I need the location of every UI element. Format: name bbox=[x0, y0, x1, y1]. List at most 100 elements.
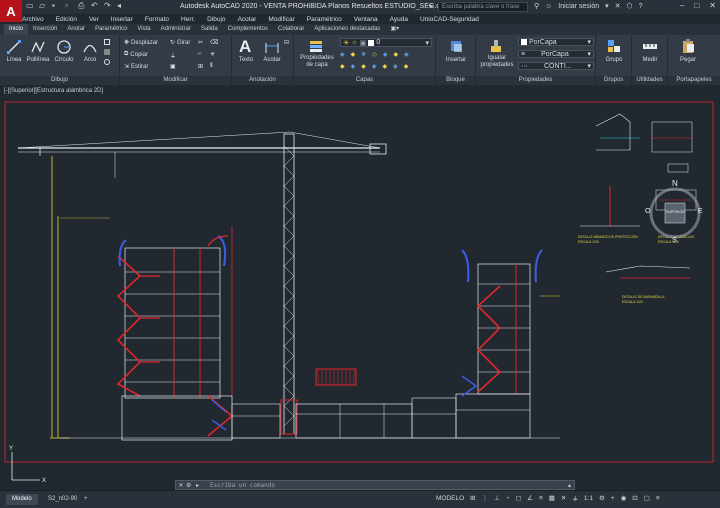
color-dropdown[interactable]: PorCapa ▾ bbox=[518, 38, 594, 46]
ortho-icon[interactable]: ⊥ bbox=[494, 494, 500, 502]
erase-button[interactable]: ⌫ bbox=[210, 39, 218, 46]
tab-administrar[interactable]: Administrar bbox=[156, 24, 196, 35]
menu-insertar[interactable]: Insertar bbox=[111, 16, 133, 23]
annot-extra-icon[interactable]: ⊟ bbox=[284, 39, 289, 46]
layer-dropdown[interactable]: ☀ ☼ ▣ 0 ▾ bbox=[340, 38, 432, 47]
help-icon[interactable]: ? bbox=[639, 3, 643, 10]
close-icon[interactable]: ✕ bbox=[709, 1, 716, 10]
tab-inicio[interactable]: Inicio bbox=[4, 24, 29, 35]
panel-propiedades-title[interactable]: Propiedades bbox=[476, 76, 595, 85]
model-space-toggle[interactable]: MODELO bbox=[436, 495, 464, 502]
layer-states-icon[interactable]: ◆ bbox=[404, 63, 409, 70]
match-properties-button[interactable]: Igualar propiedades bbox=[478, 55, 516, 69]
transparency-icon[interactable]: ▦ bbox=[549, 494, 555, 502]
viewcube[interactable]: N O E S SUPERIOR bbox=[644, 179, 706, 244]
rotate-button[interactable]: ↻ Girar bbox=[170, 39, 190, 47]
measure-icon[interactable] bbox=[642, 38, 658, 54]
layer-merge-icon[interactable]: ◈ bbox=[404, 51, 409, 58]
tab-aplicaciones[interactable]: Aplicaciones destacadas bbox=[309, 24, 385, 35]
polar-icon[interactable]: ◔ bbox=[506, 495, 510, 502]
minimize-icon[interactable]: – bbox=[680, 1, 684, 10]
layer-freeze-icon[interactable]: ❄ bbox=[361, 51, 366, 58]
linetype-dropdown[interactable]: ⋯ CONTI... ▾ bbox=[518, 62, 594, 70]
layer-off-icon[interactable]: ◈ bbox=[340, 51, 345, 58]
layer-lock-icon[interactable]: ◇ bbox=[372, 51, 377, 58]
panel-capas-title[interactable]: Capas bbox=[294, 76, 435, 85]
layer-properties-icon[interactable] bbox=[308, 38, 324, 54]
add-layout-button[interactable]: + bbox=[78, 494, 94, 505]
workspace-icon[interactable]: ⚙ bbox=[599, 494, 605, 502]
new-icon[interactable]: ▭ bbox=[26, 2, 34, 10]
fillet-button[interactable]: ⌐ bbox=[198, 51, 202, 57]
menu-ventana[interactable]: Ventana bbox=[354, 16, 378, 23]
viewcube-south[interactable]: S bbox=[672, 237, 677, 244]
paste-button[interactable]: Pegar bbox=[674, 57, 702, 63]
menu-formato[interactable]: Formato bbox=[145, 16, 169, 23]
layer-walk-icon[interactable]: ◆ bbox=[394, 51, 399, 58]
viewcube-face[interactable]: SUPERIOR bbox=[666, 210, 685, 214]
otrack-icon[interactable]: ∠ bbox=[527, 494, 533, 502]
tab-vista[interactable]: Vista bbox=[132, 24, 155, 35]
tab-parametrico[interactable]: Paramétrico bbox=[90, 24, 132, 35]
menu-uniocad[interactable]: UnioCAD-Seguridad bbox=[420, 16, 479, 23]
panel-grupos-title[interactable]: Grupos bbox=[596, 76, 631, 85]
hatch-tool-icon[interactable] bbox=[104, 49, 110, 55]
open-icon[interactable]: ▱ bbox=[39, 2, 47, 10]
tab-salida[interactable]: Salida bbox=[196, 24, 223, 35]
insert-button[interactable]: Insertar bbox=[438, 57, 474, 63]
lineweight-toggle-icon[interactable]: ≡ bbox=[539, 495, 543, 502]
menu-modificar[interactable]: Modificar bbox=[268, 16, 294, 23]
customize-icon[interactable]: ≡ bbox=[656, 495, 660, 502]
viewcube-east[interactable]: E bbox=[698, 208, 703, 215]
saveas-icon[interactable]: ▫ bbox=[65, 2, 73, 10]
signin-link[interactable]: Iniciar sesión bbox=[558, 3, 599, 10]
panel-portapapeles-title[interactable]: Portapapeles bbox=[668, 76, 720, 85]
menu-parametrico[interactable]: Paramétrico bbox=[307, 16, 342, 23]
command-input[interactable]: Escriba un comando bbox=[206, 482, 275, 489]
layer-unlock-icon[interactable]: ◈ bbox=[372, 63, 377, 70]
circle-icon[interactable] bbox=[56, 39, 72, 55]
group-button[interactable]: Grupo bbox=[598, 57, 630, 63]
layer-isolate-icon[interactable]: ◆ bbox=[351, 51, 356, 58]
paste-icon[interactable] bbox=[680, 38, 696, 54]
plus-icon[interactable]: + bbox=[611, 495, 615, 502]
layer-thaw-icon[interactable]: ◆ bbox=[361, 63, 366, 70]
command-settings-icon[interactable]: ⚙ bbox=[186, 482, 196, 489]
drawing-viewport[interactable]: [-][Superior][Estructura alámbrica 2D] D… bbox=[0, 86, 720, 488]
menu-ayuda[interactable]: Ayuda bbox=[390, 16, 408, 23]
measure-button[interactable]: Medir bbox=[634, 57, 666, 63]
viewcube-west[interactable]: O bbox=[645, 208, 650, 215]
maximize-icon[interactable]: □ bbox=[694, 1, 699, 10]
explode-button[interactable]: ✳ bbox=[210, 51, 215, 58]
user-icon[interactable]: ☺ bbox=[545, 3, 552, 10]
lineweight-dropdown[interactable]: ≡ PorCapa ▾ bbox=[518, 50, 594, 58]
dimension-icon[interactable] bbox=[264, 39, 280, 55]
layer-delete-icon[interactable]: ◈ bbox=[393, 63, 398, 70]
dimension-button[interactable]: Acotar bbox=[260, 57, 284, 63]
offset-button[interactable]: ⫴ bbox=[210, 63, 213, 70]
search-input[interactable]: Escriba palabra clave o frase bbox=[438, 2, 528, 12]
panel-modificar-title[interactable]: Modificar bbox=[120, 76, 231, 85]
layer-current-icon[interactable]: ◆ bbox=[340, 63, 345, 70]
osnap-icon[interactable]: ◻ bbox=[516, 494, 521, 502]
insert-block-icon[interactable] bbox=[448, 38, 464, 54]
ribbon-toggle-icon[interactable]: ▣▾ bbox=[385, 24, 404, 35]
array-button[interactable]: ⊞ bbox=[198, 63, 203, 70]
text-button[interactable]: Texto bbox=[234, 57, 258, 63]
match-properties-icon[interactable] bbox=[488, 38, 504, 54]
trim-button[interactable]: ✂ bbox=[198, 39, 203, 46]
layer-match-icon[interactable]: ◈ bbox=[383, 51, 388, 58]
viewport-controls-label[interactable]: [-][Superior][Estructura alámbrica 2D] bbox=[4, 88, 103, 94]
hardware-accel-icon[interactable]: ⊡ bbox=[632, 494, 637, 502]
menu-dibujo[interactable]: Dibujo bbox=[207, 16, 225, 23]
viewcube-north[interactable]: N bbox=[672, 179, 678, 188]
layer-on-icon[interactable]: ◆ bbox=[383, 63, 388, 70]
annotation-scale[interactable]: 1:1 bbox=[584, 495, 593, 502]
grid-icon[interactable]: ⊞ bbox=[470, 494, 475, 502]
text-icon[interactable]: A bbox=[239, 37, 251, 57]
search-arrow-icon[interactable]: ▸ bbox=[430, 2, 434, 10]
ellipse-tool-icon[interactable] bbox=[104, 59, 110, 65]
menu-herr[interactable]: Herr. bbox=[181, 16, 195, 23]
dropdown-icon[interactable]: ▾ bbox=[605, 2, 609, 10]
arc-button[interactable]: Arco bbox=[78, 57, 102, 63]
